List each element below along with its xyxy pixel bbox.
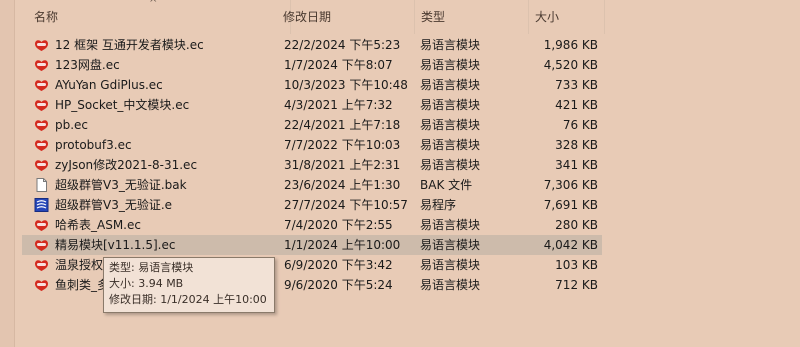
file-date: 7/7/2022 下午10:03: [284, 138, 401, 152]
file-type: 易语言模块: [420, 258, 481, 272]
ec-module-icon: [34, 78, 49, 92]
file-size: 4,520 KB: [543, 58, 598, 72]
file-row[interactable]: 12 框架 互通开发者模块.ec 22/2/2024 下午5:23 易语言模块 …: [22, 35, 602, 55]
file-size: 421 KB: [555, 98, 598, 112]
file-size: 280 KB: [555, 218, 598, 232]
file-name: 123网盘.ec: [55, 58, 120, 72]
file-type: 易语言模块: [420, 138, 481, 152]
file-row[interactable]: AYuYan GdiPlus.ec 10/3/2023 下午10:48 易语言模…: [22, 75, 602, 95]
column-header-type-label: 类型: [421, 10, 446, 24]
column-header-size-label: 大小: [535, 10, 560, 24]
ec-module-icon: [34, 38, 49, 52]
column-header-name-label: 名称: [34, 10, 59, 24]
file-row-selected[interactable]: 精易模块[v11.1.5].ec 1/1/2024 上午10:00 易语言模块 …: [22, 235, 602, 255]
file-date: 9/6/2020 下午5:24: [284, 278, 393, 292]
file-type: 易语言模块: [420, 158, 481, 172]
column-header-date[interactable]: 修改日期: [277, 0, 415, 34]
file-date: 4/3/2021 上午7:32: [284, 98, 393, 112]
ec-module-icon: [34, 118, 49, 132]
column-header-type[interactable]: 类型: [415, 0, 529, 34]
file-row[interactable]: 123网盘.ec 1/7/2024 下午8:07 易语言模块 4,520 KB: [22, 55, 602, 75]
file-type: 易语言模块: [420, 58, 481, 72]
ec-module-icon: [34, 138, 49, 152]
file-size: 1,986 KB: [543, 38, 598, 52]
file-size: 76 KB: [562, 118, 598, 132]
file-name: AYuYan GdiPlus.ec: [55, 78, 163, 92]
file-size: 733 KB: [555, 78, 598, 92]
file-date: 27/7/2024 下午10:57: [284, 198, 408, 212]
file-row[interactable]: 超级群管V3_无验证.bak 23/6/2024 上午1:30 BAK 文件 7…: [22, 175, 602, 195]
e-program-icon: [34, 198, 49, 212]
ec-module-icon: [34, 158, 49, 172]
file-size: 7,306 KB: [543, 178, 598, 192]
file-row[interactable]: 哈希表_ASM.ec 7/4/2020 下午2:55 易语言模块 280 KB: [22, 215, 602, 235]
file-size: 712 KB: [555, 278, 598, 292]
column-header-name[interactable]: 名称: [28, 0, 291, 34]
file-type: 易语言模块: [420, 78, 481, 92]
file-date: 22/2/2024 下午5:23: [284, 38, 401, 52]
column-header-size[interactable]: 大小: [529, 0, 605, 34]
file-type: 易语言模块: [420, 238, 481, 252]
file-size: 4,042 KB: [543, 238, 598, 252]
ec-module-icon: [34, 258, 49, 272]
file-name: zyJson修改2021-8-31.ec: [55, 158, 198, 172]
ec-module-icon: [34, 58, 49, 72]
file-name: pb.ec: [55, 118, 89, 132]
file-type: 易语言模块: [420, 218, 481, 232]
file-name: 哈希表_ASM.ec: [55, 218, 141, 232]
tooltip-modified-date: 修改日期: 1/1/2024 上午10:00: [109, 293, 267, 306]
file-date: 10/3/2023 下午10:48: [284, 78, 408, 92]
tooltip-type: 类型: 易语言模块: [109, 261, 194, 274]
file-name: 精易模块[v11.1.5].ec: [55, 238, 176, 252]
file-type: 易语言模块: [420, 118, 481, 132]
file-date: 6/9/2020 下午3:42: [284, 258, 393, 272]
file-name: 超级群管V3_无验证.bak: [55, 178, 187, 192]
column-header-date-label: 修改日期: [283, 10, 332, 24]
file-size: 341 KB: [555, 158, 598, 172]
file-name: 12 框架 互通开发者模块.ec: [55, 38, 204, 52]
file-date: 23/6/2024 上午1:30: [284, 178, 401, 192]
file-date: 1/7/2024 下午8:07: [284, 58, 393, 72]
file-date: 7/4/2020 下午2:55: [284, 218, 393, 232]
file-date: 31/8/2021 上午2:31: [284, 158, 401, 172]
file-date: 1/1/2024 上午10:00: [284, 238, 401, 252]
column-header-bar: 名称 ^ 修改日期 类型 大小: [14, 0, 800, 34]
file-row[interactable]: protobuf3.ec 7/7/2022 下午10:03 易语言模块 328 …: [22, 135, 602, 155]
sort-ascending-icon: ^: [149, 0, 158, 9]
file-name: HP_Socket_中文模块.ec: [55, 98, 190, 112]
file-info-tooltip: 类型: 易语言模块 大小: 3.94 MB 修改日期: 1/1/2024 上午1…: [103, 257, 275, 313]
file-row[interactable]: HP_Socket_中文模块.ec 4/3/2021 上午7:32 易语言模块 …: [22, 95, 602, 115]
file-row[interactable]: 超级群管V3_无验证.e 27/7/2024 下午10:57 易程序 7,691…: [22, 195, 602, 215]
file-type: BAK 文件: [420, 178, 473, 192]
file-size: 103 KB: [555, 258, 598, 272]
ec-module-icon: [34, 98, 49, 112]
navigation-pane-edge: [0, 0, 15, 347]
ec-module-icon: [34, 238, 49, 252]
file-type: 易程序: [420, 198, 457, 212]
file-date: 22/4/2021 上午7:18: [284, 118, 401, 132]
ec-module-icon: [34, 218, 49, 232]
file-size: 328 KB: [555, 138, 598, 152]
file-name: protobuf3.ec: [55, 138, 132, 152]
file-type: 易语言模块: [420, 98, 481, 112]
file-type: 易语言模块: [420, 278, 481, 292]
file-row[interactable]: pb.ec 22/4/2021 上午7:18 易语言模块 76 KB: [22, 115, 602, 135]
ec-module-icon: [34, 278, 49, 292]
blank-file-icon: [34, 178, 49, 192]
file-row[interactable]: zyJson修改2021-8-31.ec 31/8/2021 上午2:31 易语…: [22, 155, 602, 175]
file-size: 7,691 KB: [543, 198, 598, 212]
tooltip-size: 大小: 3.94 MB: [109, 277, 184, 290]
file-name: 超级群管V3_无验证.e: [55, 198, 173, 212]
file-type: 易语言模块: [420, 38, 481, 52]
